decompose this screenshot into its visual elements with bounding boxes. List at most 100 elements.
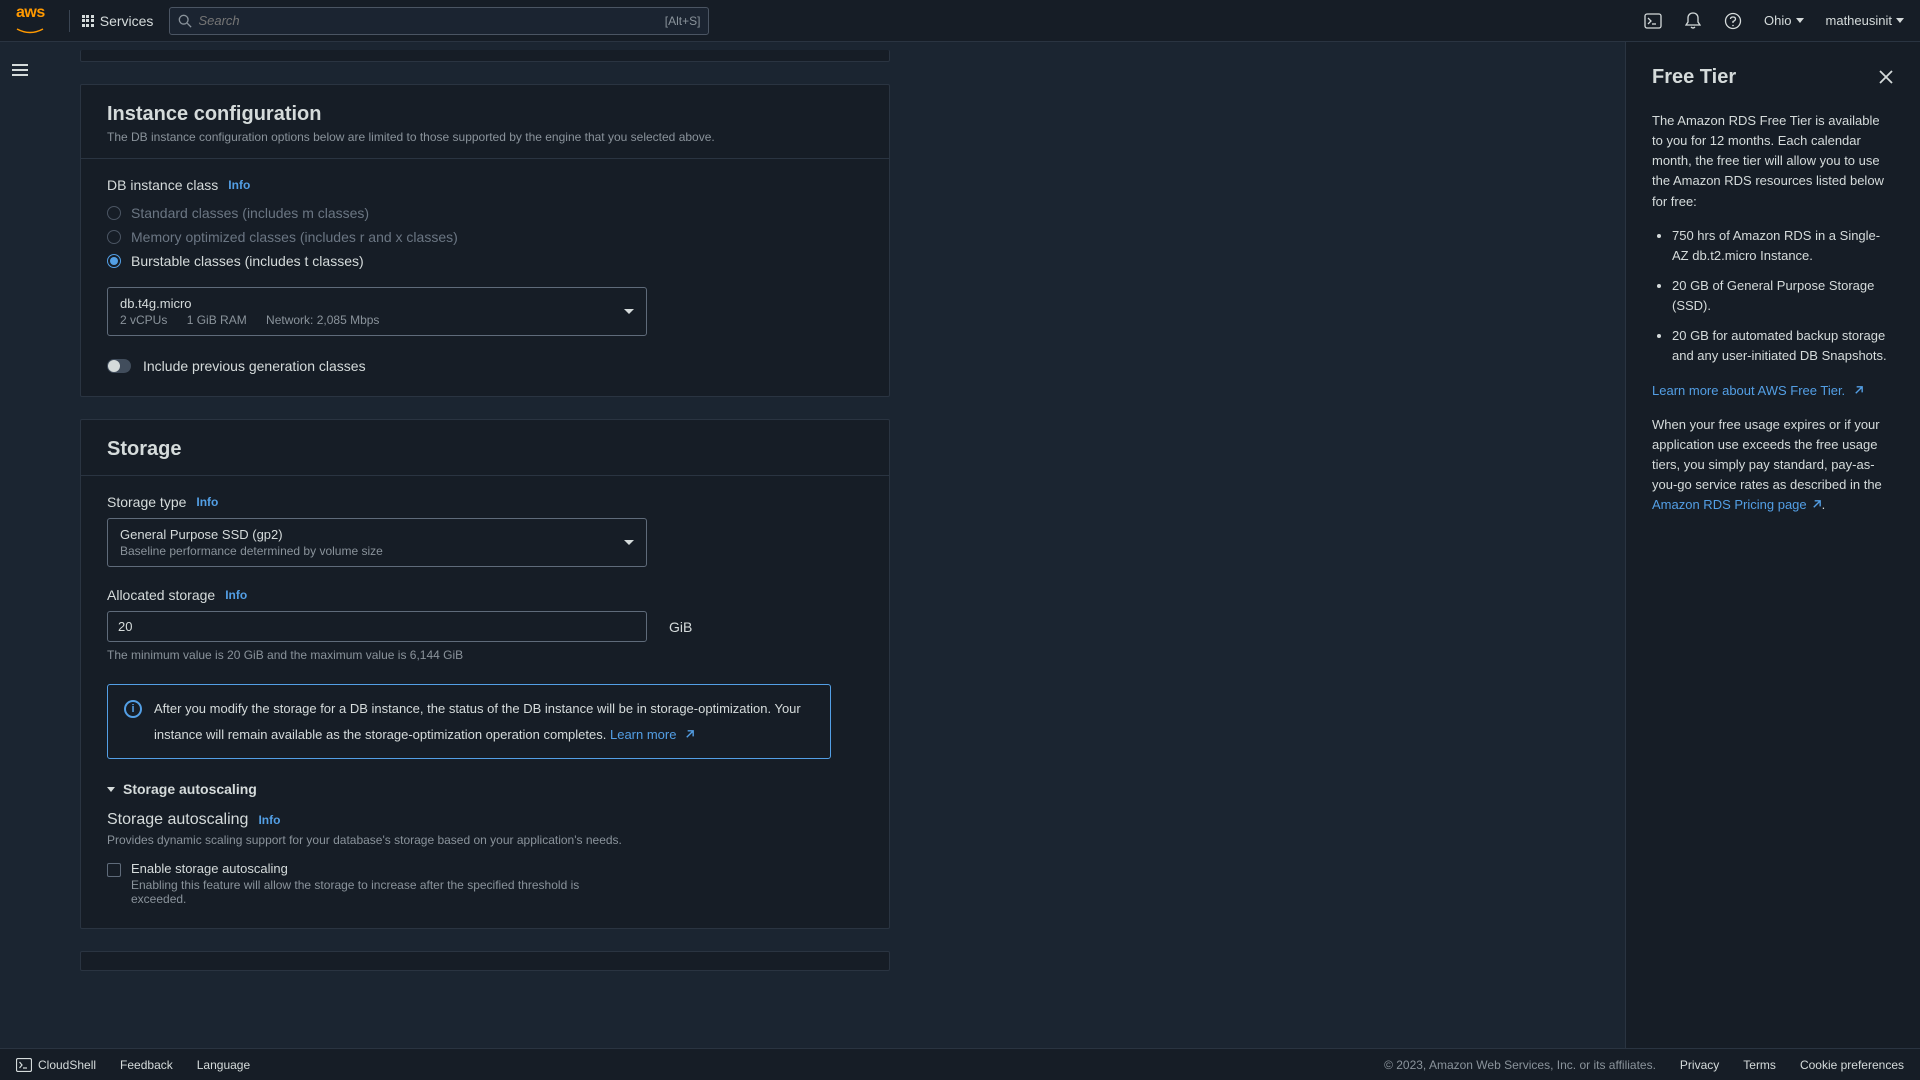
search-shortcut: [Alt+S] <box>665 14 701 28</box>
select-value: db.t4g.micro <box>120 296 624 311</box>
prev-gen-label: Include previous generation classes <box>143 358 366 374</box>
learn-more-link[interactable]: Learn more <box>610 725 695 745</box>
user-label: matheusinit <box>1826 13 1892 28</box>
pricing-text: When your free usage expires or if your … <box>1652 417 1882 492</box>
radio-burstable-classes[interactable]: Burstable classes (includes t classes) <box>107 249 863 273</box>
vcpu-info: 2 vCPUs <box>120 313 167 327</box>
caret-down-icon <box>1896 18 1904 23</box>
region-label: Ohio <box>1764 13 1791 28</box>
radio-label: Memory optimized classes (includes r and… <box>131 229 458 245</box>
radio-memory-optimized[interactable]: Memory optimized classes (includes r and… <box>107 225 863 249</box>
caret-down-icon <box>107 787 115 792</box>
language-link[interactable]: Language <box>197 1058 250 1072</box>
account-menu[interactable]: matheusinit <box>1826 13 1904 28</box>
allocated-storage-label: Allocated storage <box>107 587 215 603</box>
terms-link[interactable]: Terms <box>1743 1058 1776 1072</box>
info-link[interactable]: Info <box>228 178 250 192</box>
free-tier-info-panel: Free Tier The Amazon RDS Free Tier is av… <box>1625 42 1920 1048</box>
caret-down-icon <box>624 309 634 314</box>
storage-optimization-alert: i After you modify the storage for a DB … <box>107 684 831 759</box>
pricing-page-link[interactable]: Amazon RDS Pricing page <box>1652 497 1822 512</box>
link-label: Amazon RDS Pricing page <box>1652 497 1807 512</box>
ram-info: 1 GiB RAM <box>187 313 247 327</box>
db-instance-class-label: DB instance class <box>107 177 218 193</box>
divider <box>69 10 70 32</box>
radio-icon <box>107 206 121 220</box>
select-value: General Purpose SSD (gp2) <box>120 527 624 542</box>
help-icon[interactable] <box>1724 12 1742 30</box>
cloudshell-button[interactable]: CloudShell <box>16 1058 96 1072</box>
instance-class-select[interactable]: db.t4g.micro 2 vCPUs 1 GiB RAM Network: … <box>107 287 647 336</box>
cloudshell-icon <box>16 1058 32 1072</box>
previous-panel-edge <box>80 50 890 62</box>
storage-type-label: Storage type <box>107 494 186 510</box>
storage-autoscaling-desc: Provides dynamic scaling support for you… <box>107 833 863 847</box>
close-button[interactable] <box>1878 67 1894 89</box>
next-panel-edge <box>80 951 890 971</box>
search-icon <box>178 14 192 28</box>
storage-autoscaling-expander[interactable]: Storage autoscaling <box>107 781 863 797</box>
learn-more-free-tier-link[interactable]: Learn more about AWS Free Tier. <box>1652 383 1864 398</box>
hamburger-icon <box>12 64 28 76</box>
aws-smile-icon <box>16 27 44 35</box>
search-input[interactable] <box>192 13 664 28</box>
storage-autoscaling-heading: Storage autoscaling <box>107 811 248 829</box>
region-selector[interactable]: Ohio <box>1764 13 1803 28</box>
external-link-icon <box>1811 495 1822 515</box>
close-icon <box>1878 69 1894 85</box>
search-bar[interactable]: [Alt+S] <box>169 7 709 35</box>
privacy-link[interactable]: Privacy <box>1680 1058 1719 1072</box>
info-link[interactable]: Info <box>196 495 218 509</box>
copyright: © 2023, Amazon Web Services, Inc. or its… <box>1384 1058 1656 1072</box>
prev-gen-toggle[interactable] <box>107 359 131 373</box>
footer: CloudShell Feedback Language © 2023, Ama… <box>0 1048 1920 1080</box>
radio-icon <box>107 230 121 244</box>
panel-title: Instance configuration <box>107 103 863 126</box>
pricing-text-end: . <box>1822 497 1826 512</box>
select-sub: Baseline performance determined by volum… <box>120 544 624 558</box>
expander-label: Storage autoscaling <box>123 781 257 797</box>
caret-down-icon <box>1796 18 1804 23</box>
radio-standard-classes[interactable]: Standard classes (includes m classes) <box>107 201 863 225</box>
network-info: Network: 2,085 Mbps <box>266 313 379 327</box>
sidebar-toggle[interactable] <box>0 50 40 90</box>
enable-autoscaling-label: Enable storage autoscaling <box>131 861 601 876</box>
list-item: 20 GB for automated backup storage and a… <box>1672 326 1894 366</box>
free-tier-intro: The Amazon RDS Free Tier is available to… <box>1652 111 1894 212</box>
info-link[interactable]: Info <box>225 588 247 602</box>
top-navigation: aws Services [Alt+S] Ohio matheusinit <box>0 0 1920 42</box>
allocated-storage-input[interactable] <box>107 611 647 642</box>
services-label: Services <box>100 13 154 29</box>
info-icon: i <box>124 700 142 718</box>
side-panel-title: Free Tier <box>1652 66 1736 89</box>
storage-panel: Storage Storage type Info General Purpos… <box>80 419 890 929</box>
feedback-label: Feedback <box>120 1058 173 1072</box>
enable-autoscaling-checkbox[interactable] <box>107 863 121 877</box>
alert-message: After you modify the storage for a DB in… <box>154 701 801 742</box>
cookie-preferences-link[interactable]: Cookie preferences <box>1800 1058 1904 1072</box>
learn-more-label: Learn more <box>610 725 676 745</box>
feedback-link[interactable]: Feedback <box>120 1058 173 1072</box>
services-menu[interactable]: Services <box>82 13 154 29</box>
external-link-icon <box>1853 381 1864 401</box>
cloudshell-label: CloudShell <box>38 1058 96 1072</box>
allocated-storage-hint: The minimum value is 20 GiB and the maxi… <box>107 648 863 662</box>
language-label: Language <box>197 1058 250 1072</box>
external-link-icon <box>684 725 695 745</box>
notifications-icon[interactable] <box>1684 12 1702 30</box>
caret-down-icon <box>624 540 634 545</box>
storage-unit: GiB <box>669 619 692 635</box>
list-item: 750 hrs of Amazon RDS in a Single-AZ db.… <box>1672 226 1894 266</box>
link-label: Learn more about AWS Free Tier. <box>1652 383 1845 398</box>
radio-icon <box>107 254 121 268</box>
info-link[interactable]: Info <box>258 813 280 827</box>
cloudshell-icon[interactable] <box>1644 12 1662 30</box>
storage-type-select[interactable]: General Purpose SSD (gp2) Baseline perfo… <box>107 518 647 567</box>
grid-icon <box>82 15 94 27</box>
panel-subtitle: The DB instance configuration options be… <box>107 130 863 144</box>
instance-configuration-panel: Instance configuration The DB instance c… <box>80 84 890 397</box>
radio-label: Burstable classes (includes t classes) <box>131 253 364 269</box>
free-tier-list: 750 hrs of Amazon RDS in a Single-AZ db.… <box>1652 226 1894 367</box>
radio-label: Standard classes (includes m classes) <box>131 205 369 221</box>
aws-logo[interactable]: aws <box>16 4 45 38</box>
